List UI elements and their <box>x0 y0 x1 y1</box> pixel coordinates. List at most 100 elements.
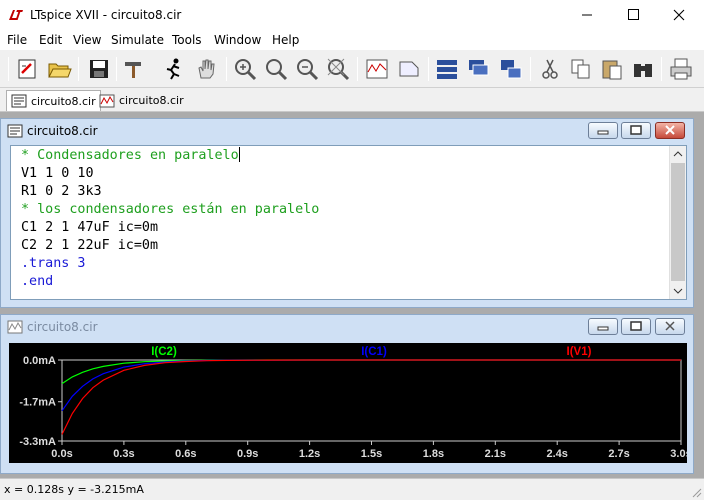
menu-simulate[interactable]: Simulate <box>111 33 164 47</box>
legend-label: I(C1) <box>361 346 387 358</box>
netlist-line: C2 2 1 22uF ic=0m <box>21 238 159 253</box>
tile-vertical-button[interactable] <box>498 56 524 82</box>
waveform-icon <box>99 94 115 107</box>
paste-button[interactable] <box>599 56 625 82</box>
netlist-restore-button[interactable] <box>621 122 651 139</box>
printer-icon <box>670 58 692 80</box>
series-line-ic1 <box>61 359 681 412</box>
maximize-button[interactable] <box>610 0 656 30</box>
x-tick-label: 2.4s <box>546 448 567 460</box>
find-button[interactable] <box>630 56 656 82</box>
netlist-line: .trans 3 <box>21 256 86 271</box>
print-button[interactable] <box>668 56 694 82</box>
close-button[interactable] <box>656 0 702 30</box>
ltspice-logo-icon <box>9 10 23 20</box>
x-tick-label: 0.6s <box>175 448 196 460</box>
cut-button[interactable] <box>537 56 563 82</box>
text-cursor <box>238 147 240 162</box>
menu-file[interactable]: File <box>7 33 27 47</box>
plot-window-titlebar: circuito8.cir <box>1 315 693 339</box>
waveform-plot[interactable]: 0.0mA -1.7mA -3.3mA 0.0s 0.3s 0.6s 0.9s 1.2s 1.5… <box>9 343 692 463</box>
zoom-out-button[interactable] <box>294 56 320 82</box>
netlist-line: C1 2 1 47uF ic=0m <box>21 220 159 235</box>
series-line-iv1 <box>61 359 681 435</box>
plot-close-button[interactable] <box>655 318 685 335</box>
new-schematic-icon <box>18 59 36 79</box>
y-tick-label: 0.0mA <box>23 355 56 367</box>
halt-button[interactable] <box>193 56 219 82</box>
tile-horizontal-icon <box>437 60 457 79</box>
pan-button[interactable] <box>263 56 289 82</box>
running-man-icon <box>166 58 180 80</box>
minimize-icon <box>582 14 592 16</box>
netlist-minimize-button[interactable] <box>588 122 618 139</box>
tab-netlist-label: circuito8.cir <box>31 94 96 108</box>
fft-button[interactable] <box>396 56 422 82</box>
hand-icon <box>198 59 215 79</box>
netlist-window-titlebar: circuito8.cir <box>1 119 693 143</box>
maximize-icon <box>628 9 639 20</box>
autorange-button[interactable] <box>364 56 390 82</box>
waveform-icon <box>7 320 23 334</box>
save-icon <box>90 60 108 78</box>
netlist-text[interactable]: * Condensadores en paralelo V1 1 0 10 R1 0… <box>21 147 319 291</box>
zoom-pan-icon <box>266 59 288 81</box>
menu-window[interactable]: Window <box>214 33 261 47</box>
restore-icon <box>630 125 642 135</box>
scroll-thumb[interactable] <box>671 163 685 281</box>
x-tick-label: 1.8s <box>423 448 444 460</box>
tab-waveform-label: circuito8.cir <box>119 94 184 107</box>
copy-button[interactable] <box>568 56 594 82</box>
netlist-line: V1 1 0 10 <box>21 166 94 181</box>
save-button[interactable] <box>86 56 112 82</box>
close-icon <box>673 9 685 21</box>
netlist-scrollbar[interactable] <box>669 146 686 299</box>
menu-help[interactable]: Help <box>272 33 299 47</box>
x-tick-label: 0.0s <box>51 448 72 460</box>
cascade-button[interactable] <box>466 56 492 82</box>
cursor-readout: x = 0.128s y = -3.215mA <box>4 483 144 496</box>
y-tick-label: -3.3mA <box>19 436 56 448</box>
legend-label: I(V1) <box>567 346 592 358</box>
x-tick-label: 0.3s <box>113 448 134 460</box>
zoom-fit-button[interactable] <box>325 56 351 82</box>
x-tick-label: 0.9s <box>237 448 258 460</box>
legend-label: I(C2) <box>151 346 177 358</box>
open-button[interactable] <box>46 56 72 82</box>
scroll-down-icon[interactable] <box>670 283 686 299</box>
control-panel-button[interactable] <box>121 56 147 82</box>
minimize-icon <box>597 326 609 331</box>
plot-restore-button[interactable] <box>621 318 651 335</box>
copy-icon <box>571 59 590 79</box>
status-bar: x = 0.128s y = -3.215mA <box>0 478 704 500</box>
minimize-button[interactable] <box>564 0 610 30</box>
close-icon <box>665 321 675 331</box>
menu-view[interactable]: View <box>73 33 101 47</box>
netlist-line: R1 0 2 3k3 <box>21 184 102 199</box>
netlist-editor[interactable]: * Condensadores en paralelo V1 1 0 10 R1 0… <box>10 145 687 300</box>
plot-canvas[interactable]: 0.0mA -1.7mA -3.3mA0.0s 0.3s 0.6s 0.9s 1.2s 1.5… <box>9 343 691 463</box>
plot-minimize-button[interactable] <box>588 318 618 335</box>
x-tick-label: 2.7s <box>608 448 629 460</box>
menu-tools[interactable]: Tools <box>172 33 202 47</box>
netlist-line: * Condensadores en paralelo <box>21 147 240 163</box>
scroll-up-icon[interactable] <box>670 146 686 162</box>
run-button[interactable] <box>161 56 187 82</box>
new-schematic-button[interactable] <box>14 56 40 82</box>
scissors-icon <box>542 59 558 79</box>
menu-edit[interactable]: Edit <box>39 33 62 47</box>
tile-horizontal-button[interactable] <box>434 56 460 82</box>
close-icon <box>665 125 675 135</box>
zoom-in-button[interactable] <box>232 56 258 82</box>
netlist-close-button[interactable] <box>655 122 685 139</box>
cascade-icon <box>469 60 489 76</box>
menu-bar: File Edit View Simulate Tools Window Hel… <box>0 30 704 50</box>
toolbar <box>0 50 704 88</box>
zoom-in-icon <box>235 59 257 81</box>
tab-waveform[interactable]: circuito8.cir <box>95 90 188 111</box>
resize-grip-icon[interactable] <box>690 486 702 498</box>
binoculars-icon <box>634 64 652 77</box>
netlist-window-title: circuito8.cir <box>27 124 98 138</box>
tab-netlist[interactable]: circuito8.cir <box>6 90 101 111</box>
zoom-fit-icon <box>327 58 350 81</box>
